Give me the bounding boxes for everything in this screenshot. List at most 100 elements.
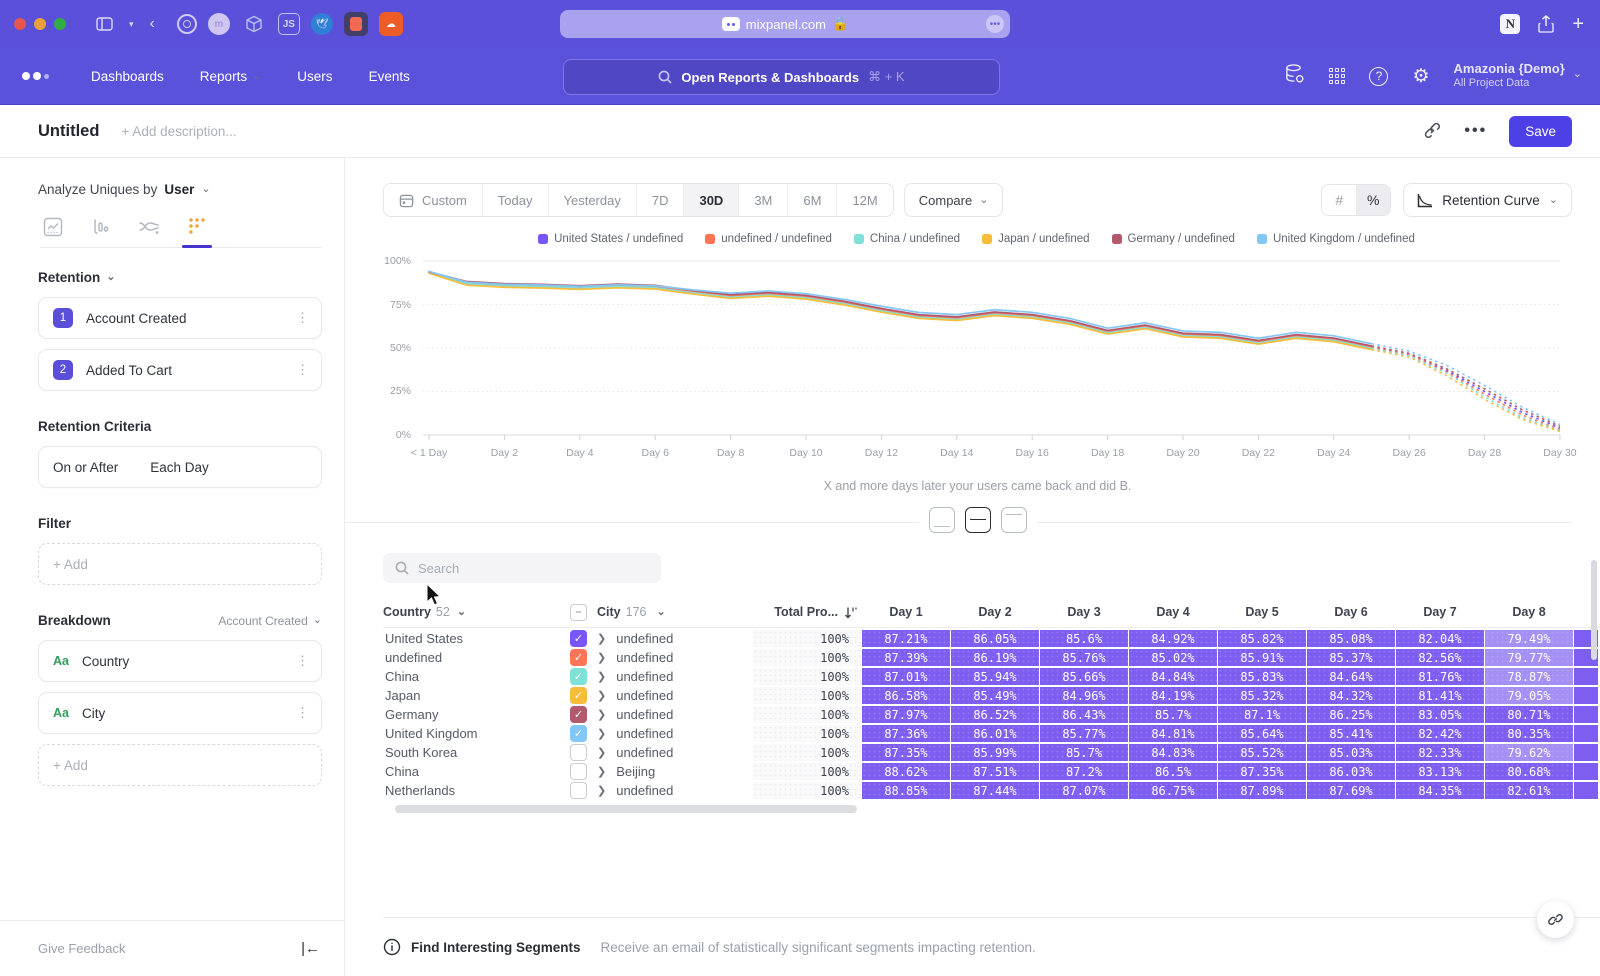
range-7d[interactable]: 7D [637, 184, 685, 216]
retention-cell[interactable]: 85.02% [1129, 649, 1217, 666]
extension-raycast-icon[interactable] [344, 12, 368, 36]
column-header-total[interactable]: Total Pro... [753, 597, 861, 627]
retention-cell[interactable]: 85.83% [1218, 668, 1306, 685]
kebab-menu-icon[interactable]: ⋮ [296, 362, 309, 378]
horizontal-scrollbar[interactable] [395, 805, 857, 813]
maximize-window-button[interactable] [54, 18, 66, 30]
tab-retention[interactable] [184, 217, 210, 237]
add-breakdown-button[interactable]: + Add [38, 744, 322, 786]
unchecked-checkbox[interactable] [570, 744, 587, 761]
retention-cell[interactable]: 79.62% [1485, 744, 1573, 761]
retention-cell[interactable]: 86.5% [1129, 763, 1217, 780]
column-header-day-2[interactable]: Day 2 [951, 597, 1039, 627]
row-city[interactable]: ✓❯undefined [570, 649, 752, 666]
legend-item[interactable]: United Kingdom / undefined [1257, 233, 1415, 245]
report-title[interactable]: Untitled [38, 122, 99, 141]
legend-item[interactable]: United States / undefined [538, 233, 683, 245]
minimize-window-button[interactable] [34, 18, 46, 30]
retention-cell[interactable]: 82.61% [1485, 782, 1573, 799]
settings-gear-icon[interactable]: ⚙ [1412, 65, 1429, 88]
row-country[interactable]: Netherlands [383, 782, 569, 799]
row-city[interactable]: ✓❯undefined [570, 630, 752, 647]
retention-cell[interactable]: 87.36% [862, 725, 950, 742]
expand-chevron-icon[interactable]: ❯ [597, 651, 606, 664]
retention-cell[interactable]: 87.44% [951, 782, 1039, 799]
help-icon[interactable]: ? [1369, 67, 1388, 86]
legend-item[interactable]: China / undefined [854, 233, 960, 245]
tab-flows[interactable] [136, 217, 162, 237]
retention-cell[interactable]: 84.83% [1129, 744, 1217, 761]
retention-cell[interactable]: 85.49% [951, 687, 1039, 704]
retention-cell[interactable]: 85.03% [1307, 744, 1395, 761]
analyze-entity-dropdown[interactable]: User [164, 182, 194, 197]
project-selector[interactable]: Amazonia {Demo} All Project Data ⌄ [1454, 61, 1582, 91]
retention-cell[interactable]: 87.69% [1307, 782, 1395, 799]
retention-section-label[interactable]: Retention [38, 270, 100, 285]
unit-percent-button[interactable]: % [1356, 185, 1390, 215]
retention-cell[interactable]: 88.62% [862, 763, 950, 780]
retention-cell[interactable]: 86.05% [951, 630, 1039, 647]
expand-chevron-icon[interactable]: ❯ [597, 632, 606, 645]
retention-cell[interactable]: 87.01% [862, 668, 950, 685]
select-all-checkbox[interactable]: – [570, 604, 587, 621]
retention-cell[interactable]: 87.35% [862, 744, 950, 761]
breakdown-city[interactable]: AaCity⋮ [38, 692, 322, 734]
retention-cell[interactable]: 80.68% [1485, 763, 1573, 780]
range-3m[interactable]: 3M [739, 184, 788, 216]
add-description-field[interactable]: + Add description... [121, 124, 236, 139]
nav-item-users[interactable]: Users [297, 69, 332, 84]
checked-checkbox[interactable]: ✓ [570, 725, 587, 742]
retention-step-1[interactable]: 1Account Created⋮ [38, 297, 322, 339]
retention-cell[interactable]: 87.21% [862, 630, 950, 647]
retention-cell[interactable]: 82.33% [1396, 744, 1484, 761]
compare-dropdown[interactable]: Compare ⌄ [904, 183, 1004, 217]
checked-checkbox[interactable]: ✓ [570, 668, 587, 685]
view-table-only-button[interactable] [1001, 507, 1027, 533]
retention-cell[interactable]: 84.92% [1129, 630, 1217, 647]
range-6m[interactable]: 6M [788, 184, 837, 216]
expand-chevron-icon[interactable]: ❯ [597, 746, 606, 759]
breakdown-country[interactable]: AaCountry⋮ [38, 640, 322, 682]
retention-cell[interactable]: 87.97% [862, 706, 950, 723]
retention-cell[interactable]: 86.25% [1307, 706, 1395, 723]
expand-chevron-icon[interactable]: ❯ [597, 708, 606, 721]
nav-item-reports[interactable]: Reports⌄ [200, 69, 262, 84]
retention-cell[interactable]: 84.19% [1129, 687, 1217, 704]
retention-cell[interactable]: 82.56% [1396, 649, 1484, 666]
kebab-menu-icon[interactable]: ⋮ [296, 310, 309, 326]
retention-step-2[interactable]: 2Added To Cart⋮ [38, 349, 322, 391]
kebab-menu-icon[interactable]: ⋮ [296, 705, 309, 721]
tab-insights[interactable] [40, 217, 66, 237]
retention-cell[interactable]: 87.51% [951, 763, 1039, 780]
range-today[interactable]: Today [483, 184, 549, 216]
column-header-day-3[interactable]: Day 3 [1040, 597, 1128, 627]
retention-cell[interactable]: 84.84% [1129, 668, 1217, 685]
retention-curve-plot[interactable] [417, 255, 1572, 445]
retention-cell[interactable]: 82.42% [1396, 725, 1484, 742]
retention-cell[interactable]: 79.49% [1485, 630, 1573, 647]
retention-cell[interactable]: 84.32% [1307, 687, 1395, 704]
legend-item[interactable]: Germany / undefined [1112, 233, 1235, 245]
retention-cell[interactable]: 84.81% [1129, 725, 1217, 742]
breakdown-event-dropdown[interactable]: Account Created ⌄ [218, 614, 322, 628]
tab-chevron-icon[interactable]: ▾ [129, 19, 134, 30]
checked-checkbox[interactable]: ✓ [570, 687, 587, 704]
retention-cell[interactable]: 81.41% [1396, 687, 1484, 704]
legend-item[interactable]: Japan / undefined [982, 233, 1089, 245]
share-icon[interactable] [1538, 15, 1554, 33]
retention-cell[interactable]: 84.96% [1040, 687, 1128, 704]
retention-cell[interactable]: 80.35% [1485, 725, 1573, 742]
column-header-city[interactable]: – City176 ⌄ [570, 597, 752, 627]
close-window-button[interactable] [14, 18, 26, 30]
retention-cell[interactable]: 86.75% [1129, 782, 1217, 799]
retention-cell[interactable]: 81.76% [1396, 668, 1484, 685]
tab-funnels[interactable] [88, 217, 114, 237]
row-country[interactable]: undefined [383, 649, 569, 666]
retention-cell[interactable]: 83.05% [1396, 706, 1484, 723]
retention-cell[interactable]: 88.85% [862, 782, 950, 799]
retention-cell[interactable]: 87.2% [1040, 763, 1128, 780]
apps-grid-icon[interactable] [1329, 68, 1345, 84]
nav-item-dashboards[interactable]: Dashboards [91, 69, 164, 84]
retention-cell[interactable]: 82.04% [1396, 630, 1484, 647]
row-country[interactable]: China [383, 668, 569, 685]
